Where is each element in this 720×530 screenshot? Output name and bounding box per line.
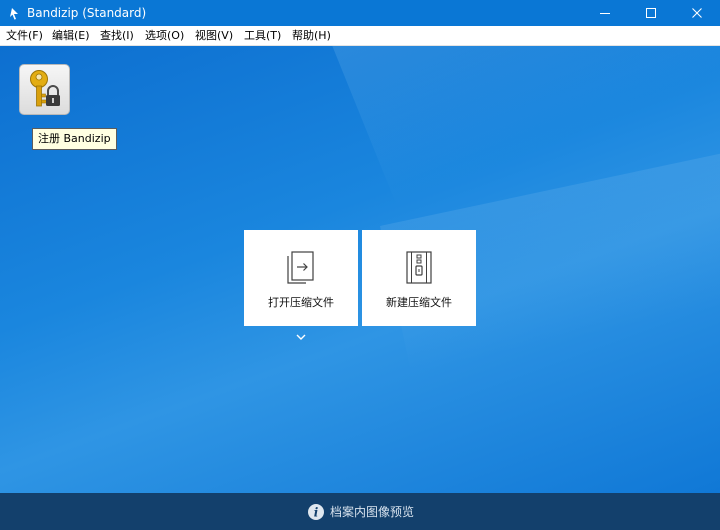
- info-icon: i: [308, 504, 324, 520]
- new-archive-label: 新建压缩文件: [386, 296, 452, 309]
- open-archive-icon: [287, 251, 314, 284]
- bandizip-icon: [10, 8, 18, 20]
- register-tooltip: 注册 Bandizip: [32, 128, 117, 150]
- menu-tools[interactable]: 工具(T): [244, 28, 281, 43]
- open-archive-button[interactable]: 打开压缩文件: [244, 230, 358, 326]
- register-button[interactable]: [19, 64, 70, 115]
- minimize-button[interactable]: [582, 0, 628, 26]
- svg-text:i: i: [314, 506, 319, 520]
- title-bar[interactable]: Bandizip (Standard): [0, 0, 720, 26]
- close-button[interactable]: [674, 0, 720, 26]
- status-bar[interactable]: i 档案内图像预览: [0, 493, 720, 530]
- maximize-button[interactable]: [628, 0, 674, 26]
- close-icon: [692, 8, 702, 18]
- minimize-icon: [600, 13, 610, 14]
- chevron-down-icon[interactable]: [295, 333, 307, 341]
- menu-file[interactable]: 文件(F): [6, 28, 43, 43]
- status-text: 档案内图像预览: [330, 505, 415, 519]
- menu-help[interactable]: 帮助(H): [292, 28, 331, 43]
- maximize-icon: [646, 8, 656, 18]
- menu-view[interactable]: 视图(V): [195, 28, 233, 43]
- menu-edit[interactable]: 编辑(E): [52, 28, 90, 43]
- open-archive-label: 打开压缩文件: [268, 296, 334, 309]
- menu-options[interactable]: 选项(O): [145, 28, 184, 43]
- window-title: Bandizip (Standard): [27, 6, 147, 20]
- new-archive-button[interactable]: 新建压缩文件: [362, 230, 476, 326]
- new-archive-icon: [406, 251, 432, 284]
- menu-find[interactable]: 查找(I): [100, 28, 134, 43]
- workspace: 注册 Bandizip 打开压缩文件 新建压缩文件: [0, 46, 720, 493]
- menu-bar: 文件(F) 编辑(E) 查找(I) 选项(O) 视图(V) 工具(T) 帮助(H…: [0, 26, 720, 46]
- key-lock-icon: [30, 70, 60, 107]
- bandizip-window: Bandizip (Standard) 文件(F) 编辑(E) 查找(I) 选项…: [0, 0, 720, 530]
